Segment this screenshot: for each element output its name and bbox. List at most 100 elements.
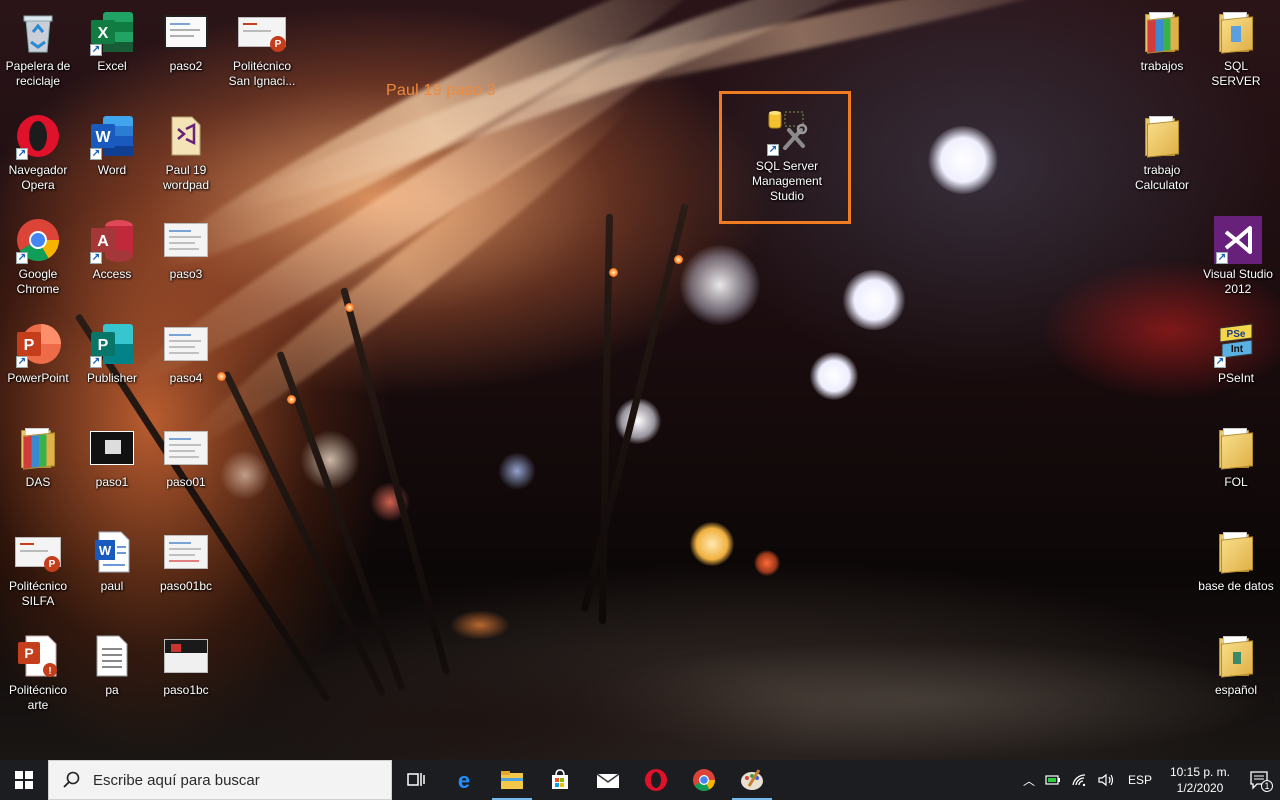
desktop-icon-sql-server[interactable]: SQL SERVER xyxy=(1198,8,1274,89)
desktop-icon-label: Paul 19 wordpad xyxy=(162,163,210,192)
desktop-icon-visual-studio-2012[interactable]: ↗ Visual Studio 2012 xyxy=(1198,216,1278,297)
image-file-icon xyxy=(162,320,210,368)
desktop-icon-label: Access xyxy=(92,267,132,281)
desktop-icon-powerpoint[interactable]: P ↗ PowerPoint xyxy=(0,320,76,386)
desktop-icon-politecnico-silfa[interactable]: P Politécnico SILFA xyxy=(0,528,76,609)
desktop-icon-politecnico-san-ignacio[interactable]: P Politécnico San Ignaci... xyxy=(222,8,302,89)
chevron-up-icon: ︿ xyxy=(1022,773,1035,788)
desktop-icon-paso4[interactable]: paso4 xyxy=(148,320,224,386)
desktop-icon-espanol[interactable]: español xyxy=(1198,632,1274,698)
image-file-icon xyxy=(162,8,210,56)
access-icon: A ↗ xyxy=(88,216,136,264)
show-hidden-icons-button[interactable]: ︿ xyxy=(1018,760,1040,800)
search-input[interactable]: Escribe aquí para buscar xyxy=(48,760,392,800)
desktop-icon-ssms[interactable]: ↗ SQL Server Management Studio xyxy=(749,108,825,204)
input-language-button[interactable]: ESP xyxy=(1120,760,1160,800)
svg-text:P: P xyxy=(24,337,35,354)
desktop-icon-paso2[interactable]: paso2 xyxy=(148,8,224,74)
shortcut-arrow-icon: ↗ xyxy=(1216,252,1228,264)
desktop-icon-label: paul xyxy=(100,579,124,593)
clock[interactable]: 10:15 p. m. 1/2/2020 xyxy=(1160,760,1240,800)
desktop-icon-opera[interactable]: ↗ Navegador Opera xyxy=(0,112,76,193)
wifi-icon xyxy=(1072,774,1086,787)
taskbar-edge[interactable]: e xyxy=(440,760,488,800)
desktop-icon-label: paso01bc xyxy=(159,579,213,593)
desktop-icon-publisher[interactable]: P ↗ Publisher xyxy=(74,320,150,386)
desktop-icon-politecnico-arte[interactable]: P! Politécnico arte xyxy=(0,632,76,713)
chrome-icon xyxy=(693,769,715,791)
powerpoint-file-icon: P xyxy=(14,528,62,576)
desktop-icon-paso01[interactable]: paso01 xyxy=(148,424,224,490)
shortcut-arrow-icon: ↗ xyxy=(90,148,102,160)
search-icon xyxy=(63,771,80,788)
task-view-icon xyxy=(407,773,425,786)
desktop-icon-label: DAS xyxy=(25,475,51,489)
image-file-icon xyxy=(162,632,210,680)
desktop-icon-word[interactable]: W ↗ Word xyxy=(74,112,150,178)
speaker-icon xyxy=(1098,773,1114,787)
desktop-icon-trabajos[interactable]: trabajos xyxy=(1124,8,1200,74)
desktop-icon-das[interactable]: DAS xyxy=(0,424,76,490)
image-file-icon xyxy=(88,424,136,472)
shortcut-arrow-icon: ↗ xyxy=(1214,356,1226,368)
desktop-icon-paso01bc[interactable]: paso01bc xyxy=(148,528,224,594)
volume-button[interactable] xyxy=(1092,760,1120,800)
desktop-icon-label: FOL xyxy=(1224,475,1248,489)
visual-studio-icon: ↗ xyxy=(1214,216,1262,264)
desktop-icon-chrome[interactable]: ↗ Google Chrome xyxy=(0,216,76,297)
desktop-icon-label: Papelera de reciclaje xyxy=(5,59,71,88)
desktop-icon-label: Visual Studio 2012 xyxy=(1203,267,1273,296)
folder-icon xyxy=(1212,424,1260,472)
desktop-icon-recycle-bin[interactable]: Papelera de reciclaje xyxy=(0,8,76,89)
svg-text:P: P xyxy=(98,337,109,354)
system-tray: ︿ ESP 10:15 p. m. 1/2/2020 1 xyxy=(1018,760,1280,800)
svg-text:A: A xyxy=(97,233,109,250)
desktop-icon-excel[interactable]: X ↗ Excel xyxy=(74,8,150,74)
taskbar-paint[interactable] xyxy=(728,760,776,800)
desktop-icon-label: Google Chrome xyxy=(16,267,60,296)
clock-time: 10:15 p. m. xyxy=(1169,765,1231,779)
desktop-icon-paul19-wordpad[interactable]: Paul 19 wordpad xyxy=(148,112,224,193)
start-button[interactable] xyxy=(0,760,48,800)
desktop-icon-label: pa xyxy=(105,683,119,697)
network-button[interactable] xyxy=(1066,760,1092,800)
desktop-icon-paso3[interactable]: paso3 xyxy=(148,216,224,282)
recycle-bin-icon xyxy=(14,8,62,56)
mail-icon xyxy=(596,773,620,788)
taskbar-file-explorer[interactable] xyxy=(488,760,536,800)
desktop-icon-label: PSeInt xyxy=(1217,371,1255,385)
taskbar: Escribe aquí para buscar e ︿ ESP 10:15 p… xyxy=(0,760,1280,800)
desktop-icon-pseint[interactable]: PSe Int ↗ PSeInt xyxy=(1198,320,1274,386)
battery-icon xyxy=(1045,775,1060,785)
desktop-icon-paso1bc[interactable]: paso1bc xyxy=(148,632,224,698)
desktop-icon-trabajo-calculator[interactable]: trabajo Calculator xyxy=(1124,112,1200,193)
desktop-icon-label: español xyxy=(1214,683,1258,697)
publisher-icon: P ↗ xyxy=(88,320,136,368)
desktop-icon-label: Politécnico arte xyxy=(8,683,68,712)
desktop-icon-label: Politécnico SILFA xyxy=(8,579,68,608)
taskbar-mail[interactable] xyxy=(584,760,632,800)
desktop-icon-paso1[interactable]: paso1 xyxy=(74,424,150,490)
battery-button[interactable] xyxy=(1040,760,1066,800)
shortcut-arrow-icon: ↗ xyxy=(90,356,102,368)
taskbar-opera[interactable] xyxy=(632,760,680,800)
desktop-icon-label: paso1 xyxy=(95,475,129,489)
taskbar-chrome[interactable] xyxy=(680,760,728,800)
clock-date: 1/2/2020 xyxy=(1176,781,1224,795)
desktop-icon-base-de-datos[interactable]: base de datos xyxy=(1198,528,1274,594)
desktop-icon-label: trabajo Calculator xyxy=(1134,163,1190,192)
desktop-icon-label: paso1bc xyxy=(163,683,209,697)
shortcut-arrow-icon: ↗ xyxy=(16,356,28,368)
desktop-icon-pa[interactable]: pa xyxy=(74,632,150,698)
image-file-icon xyxy=(162,216,210,264)
svg-text:!: ! xyxy=(48,666,51,677)
desktop-icon-fol[interactable]: FOL xyxy=(1198,424,1274,490)
taskbar-store[interactable] xyxy=(536,760,584,800)
folder-icon xyxy=(1212,528,1260,576)
folder-icon xyxy=(1212,632,1260,680)
task-view-button[interactable] xyxy=(392,760,440,800)
desktop-icon-access[interactable]: A ↗ Access xyxy=(74,216,150,282)
opera-icon xyxy=(645,769,667,791)
desktop-icon-paul[interactable]: W paul xyxy=(74,528,150,594)
action-center-button[interactable]: 1 xyxy=(1240,760,1280,800)
